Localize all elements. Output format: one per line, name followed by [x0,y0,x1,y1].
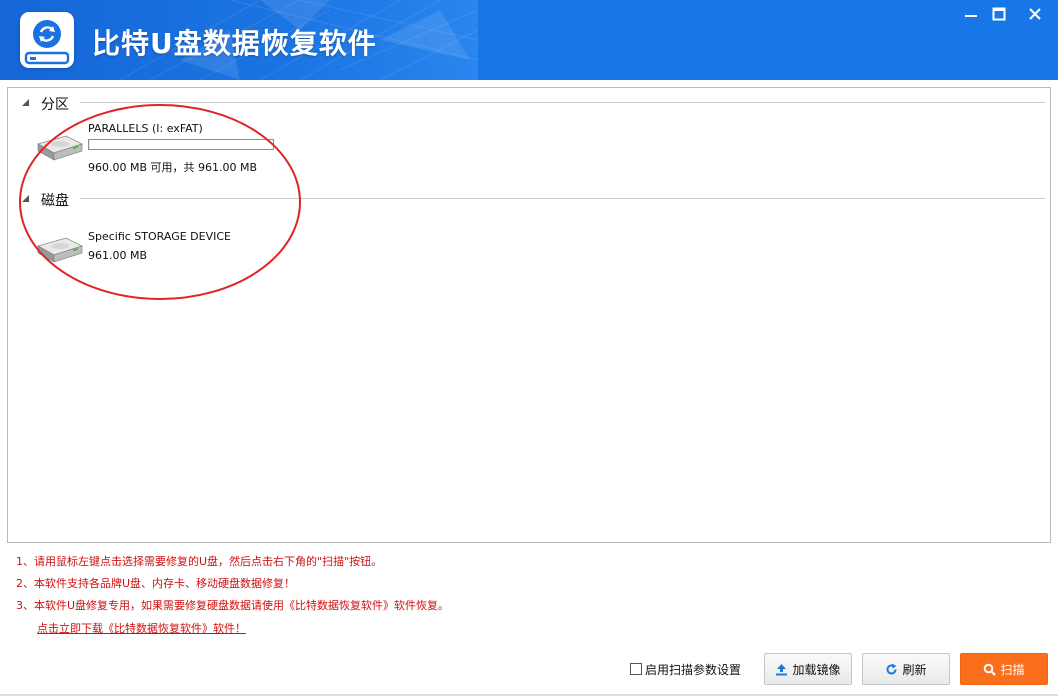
partition-name: PARALLELS (I: exFAT) [88,122,203,135]
minimize-icon [965,15,977,17]
scan-params-label: 启用扫描参数设置 [645,662,742,677]
tip-1: 1、请用鼠标左键点击选择需要修复的U盘，然后点击右下角的"扫描"按钮。 [16,555,383,568]
refresh-icon [885,663,898,676]
scan-label: 扫描 [1000,662,1025,677]
close-button[interactable] [1019,0,1051,28]
scan-params-checkbox[interactable]: 启用扫描参数设置 [630,661,741,677]
expand-triangle-icon [22,195,29,202]
refresh-label: 刷新 [902,662,927,677]
hard-drive-icon [36,237,84,263]
usb-drive-logo-icon [24,20,70,65]
load-image-button[interactable]: 加载镜像 [764,653,852,685]
disk-group-header[interactable]: 磁盘 [8,188,1050,209]
device-list-panel: 分区 PARALLELS (I: exFAT) 960.00 MB 可用，共 9… [7,87,1051,543]
divider [80,198,1045,199]
app-logo [20,12,74,68]
disk-size: 961.00 MB [88,249,148,262]
disk-group-label: 磁盘 [41,193,69,209]
disk-item[interactable]: Specific STORAGE DEVICE 961.00 MB [34,230,274,286]
partition-group-header[interactable]: 分区 [8,92,1050,113]
hard-drive-icon [36,135,84,161]
tip-2: 2、本软件支持各品牌U盘、内存卡、移动硬盘数据修复！ [16,577,296,590]
tip-3: 3、本软件U盘修复专用，如果需要修复硬盘数据请使用《比特数据恢复软件》软件恢复。 [16,599,450,612]
disk-name: Specific STORAGE DEVICE [88,230,231,243]
maximize-icon [992,7,1006,21]
divider [80,102,1045,103]
capacity-bar [88,139,274,150]
upload-icon [775,663,788,676]
download-link[interactable]: 点击立即下载《比特数据恢复软件》软件！ [37,620,246,636]
title-bar: 比特U盘数据恢复软件 [0,0,1058,80]
partition-item[interactable]: PARALLELS (I: exFAT) 960.00 MB 可用，共 961.… [34,122,274,178]
refresh-button[interactable]: 刷新 [862,653,950,685]
close-icon [1029,8,1041,20]
load-image-label: 加载镜像 [792,662,841,677]
scan-button[interactable]: 扫描 [960,653,1048,685]
app-title: 比特U盘数据恢复软件 [92,27,377,60]
partition-group-label: 分区 [41,97,69,113]
expand-triangle-icon [22,99,29,106]
search-icon [983,663,997,676]
checkbox-box[interactable] [630,663,642,675]
partition-size: 960.00 MB 可用，共 961.00 MB [88,161,258,174]
maximize-button[interactable] [983,0,1015,28]
